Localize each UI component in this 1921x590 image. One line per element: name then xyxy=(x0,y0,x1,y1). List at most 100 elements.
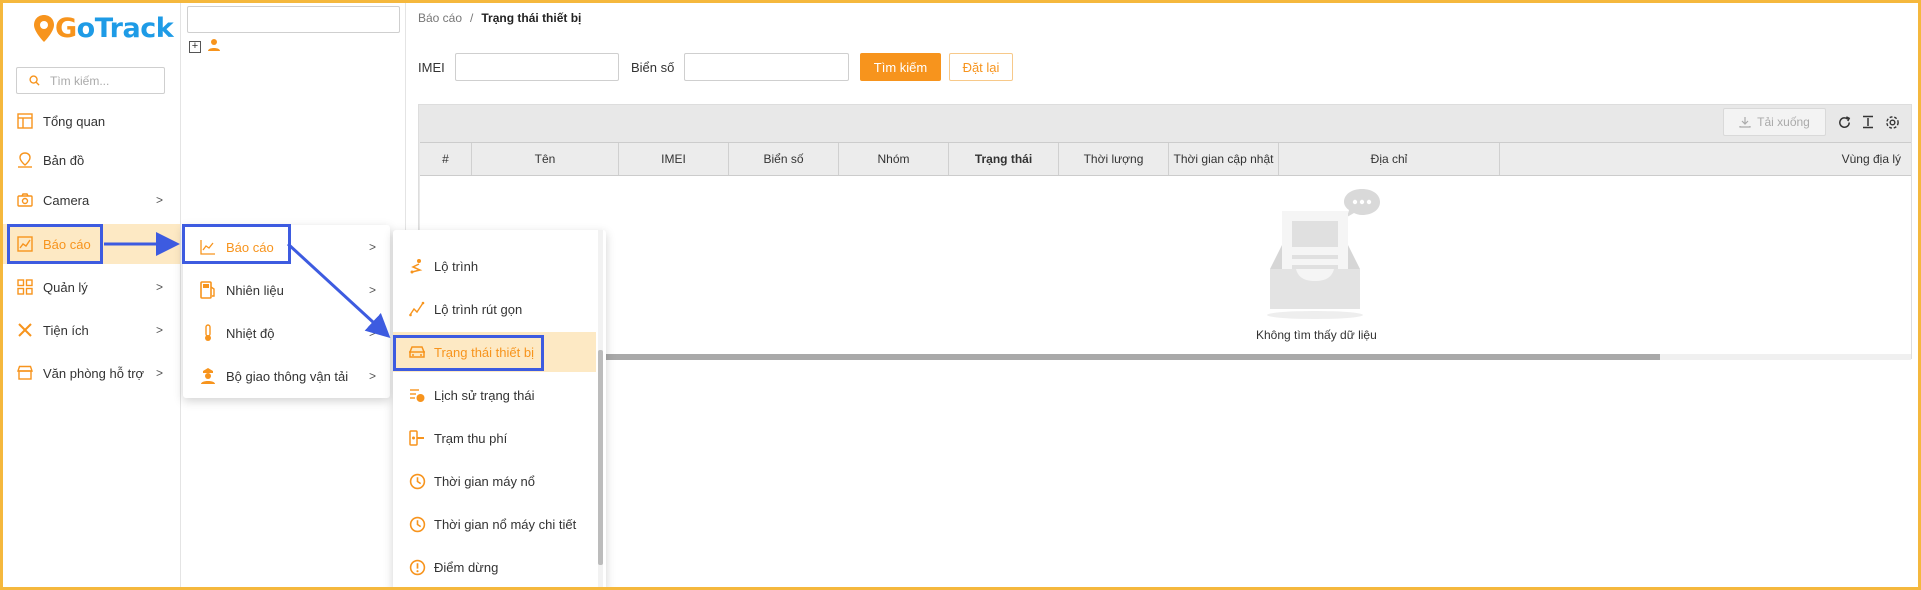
sidebar-item-management[interactable]: Quản lý > xyxy=(0,268,180,306)
logo[interactable]: GoTrack xyxy=(34,8,174,48)
chevron-right-icon: > xyxy=(155,280,163,294)
submenu-item-reports[interactable]: Báo cáo > xyxy=(183,227,390,267)
car-icon xyxy=(408,343,426,361)
scrollbar-thumb[interactable] xyxy=(598,350,603,565)
submenu-item-label: Nhiệt độ xyxy=(226,325,275,341)
chevron-right-icon: > xyxy=(155,323,163,337)
submenu-item-label: Trạng thái thiết bị xyxy=(434,344,534,360)
column-header[interactable]: Thời gian cập nhật xyxy=(1169,143,1279,175)
horizontal-scrollbar[interactable] xyxy=(420,354,1911,360)
sidebar-item-utilities[interactable]: Tiện ích > xyxy=(0,311,180,349)
submenu-item-short-route[interactable]: Lộ trình rút gọn xyxy=(393,289,596,329)
search-icon xyxy=(29,75,40,86)
submenu-scrollbar[interactable] xyxy=(598,230,603,590)
chevron-right-icon: > xyxy=(368,369,376,383)
logo-pin-icon xyxy=(34,15,54,42)
column-header[interactable]: Địa chỉ xyxy=(1279,143,1500,175)
imei-filter: IMEI xyxy=(418,53,619,81)
search-button[interactable]: Tìm kiếm xyxy=(860,53,941,81)
sidebar-item-overview[interactable]: Tổng quan xyxy=(0,102,180,140)
tree-root: + xyxy=(189,38,221,55)
sidebar-item-label: Bản đồ xyxy=(43,152,85,168)
chart-icon xyxy=(16,235,34,253)
submenu-item-status-history[interactable]: Lịch sử trạng thái xyxy=(393,375,596,415)
chevron-right-icon: > xyxy=(155,193,163,207)
submenu-item-label: Điểm dừng xyxy=(434,559,499,575)
reset-button[interactable]: Đặt lại xyxy=(949,53,1013,81)
expand-icon[interactable]: + xyxy=(189,40,201,53)
submenu-item-device-status[interactable]: Trạng thái thiết bị xyxy=(393,332,596,372)
imei-label: IMEI xyxy=(418,59,445,75)
main-content: Báo cáo / Trạng thái thiết bị IMEI Biển số… xyxy=(406,0,1921,590)
logo-text: GoTrack xyxy=(55,12,174,44)
column-header[interactable]: Biển số xyxy=(729,143,839,175)
user-icon[interactable] xyxy=(207,38,221,55)
submenu-item-engine-time[interactable]: Thời gian máy nổ xyxy=(393,461,596,501)
column-header[interactable]: Trạng thái xyxy=(949,143,1059,175)
breadcrumb-separator: / xyxy=(470,11,474,25)
table-header: # Tên IMEI Biển số Nhóm Trạng thái Thời … xyxy=(420,142,1911,176)
sidebar-item-label: Tiện ích xyxy=(43,322,89,338)
submenu-item-label: Lộ trình xyxy=(434,258,479,274)
column-header[interactable]: IMEI xyxy=(619,143,729,175)
clock-icon xyxy=(408,515,426,533)
results-table: Tải xuống # Tên IMEI Biển số Nhóm Trạng … xyxy=(418,104,1912,360)
camera-icon xyxy=(16,191,34,209)
submenu-item-ministry-of-transport[interactable]: Bộ giao thông vận tải > xyxy=(183,356,390,396)
column-header[interactable]: Nhóm xyxy=(839,143,949,175)
reports-submenu: Báo cáo > Nhiên liệu > Nhiệt độ > Bộ gia… xyxy=(183,225,390,398)
submenu-item-stop-points[interactable]: Điểm dừng xyxy=(393,547,596,587)
reports-detail-submenu: Lộ trình Lộ trình rút gọn Trạng thái thi… xyxy=(393,230,606,590)
chevron-right-icon: > xyxy=(155,366,163,380)
plate-label: Biển số xyxy=(631,59,675,75)
column-height-icon[interactable] xyxy=(1859,113,1877,131)
officer-icon xyxy=(199,367,217,385)
empty-inbox-icon xyxy=(1267,189,1380,319)
plate-filter: Biển số xyxy=(631,53,850,81)
submenu-item-toll-station[interactable]: Trạm thu phí xyxy=(393,418,596,458)
history-icon xyxy=(408,386,426,404)
submenu-item-engine-time-detail[interactable]: Thời gian nổ máy chi tiết xyxy=(393,504,596,544)
sidebar-item-label: Tổng quan xyxy=(43,113,106,129)
trend-icon xyxy=(408,300,426,318)
breadcrumb-current: Trạng thái thiết bị xyxy=(481,11,582,25)
sidebar-item-label: Camera xyxy=(43,192,90,208)
download-label: Tải xuống xyxy=(1757,115,1810,129)
sidebar-item-reports[interactable]: Báo cáo xyxy=(0,224,180,264)
map-pin-icon xyxy=(16,151,34,169)
submenu-item-label: Thời gian máy nổ xyxy=(434,473,536,489)
column-header[interactable]: Tên xyxy=(472,143,619,175)
download-icon xyxy=(1739,117,1751,128)
scrollbar-thumb[interactable] xyxy=(420,354,1660,360)
submenu-item-label: Lộ trình rút gọn xyxy=(434,301,523,317)
download-button[interactable]: Tải xuống xyxy=(1723,108,1826,136)
column-header[interactable]: Vùng địa lý xyxy=(1500,143,1911,175)
chevron-right-icon: > xyxy=(368,240,376,254)
thermometer-icon xyxy=(199,324,217,342)
submenu-item-temperature[interactable]: Nhiệt độ > xyxy=(183,313,390,353)
route-icon xyxy=(408,257,426,275)
submenu-item-fuel[interactable]: Nhiên liệu > xyxy=(183,270,390,310)
layout-icon xyxy=(16,112,34,130)
column-header[interactable]: Thời lượng xyxy=(1059,143,1169,175)
breadcrumb-parent[interactable]: Báo cáo xyxy=(418,11,462,25)
settings-icon[interactable] xyxy=(1883,113,1901,131)
column-header[interactable]: # xyxy=(420,143,472,175)
tree-search-input[interactable] xyxy=(187,6,400,33)
sidebar-item-camera[interactable]: Camera > xyxy=(0,181,180,219)
imei-input[interactable] xyxy=(454,53,619,81)
sidebar-search-input[interactable]: Tìm kiếm... xyxy=(16,67,165,94)
chart-line-icon xyxy=(199,238,217,256)
submenu-item-label: Nhiên liệu xyxy=(226,282,284,298)
clock-icon xyxy=(408,472,426,490)
sidebar-item-map[interactable]: Bản đồ xyxy=(0,141,180,179)
submenu-item-label: Báo cáo xyxy=(226,239,274,255)
plate-input[interactable] xyxy=(684,53,850,81)
refresh-icon[interactable] xyxy=(1835,113,1853,131)
submenu-item-route[interactable]: Lộ trình xyxy=(393,246,596,286)
sidebar: GoTrack Tìm kiếm... Tổng quan Bản đồ Cam… xyxy=(0,0,181,590)
chevron-right-icon: > xyxy=(368,326,376,340)
sidebar-item-support-office[interactable]: Văn phòng hỗ trợ > xyxy=(0,354,180,392)
sidebar-search-placeholder: Tìm kiếm... xyxy=(50,73,110,88)
submenu-item-label: Thời gian nổ máy chi tiết xyxy=(434,516,577,532)
